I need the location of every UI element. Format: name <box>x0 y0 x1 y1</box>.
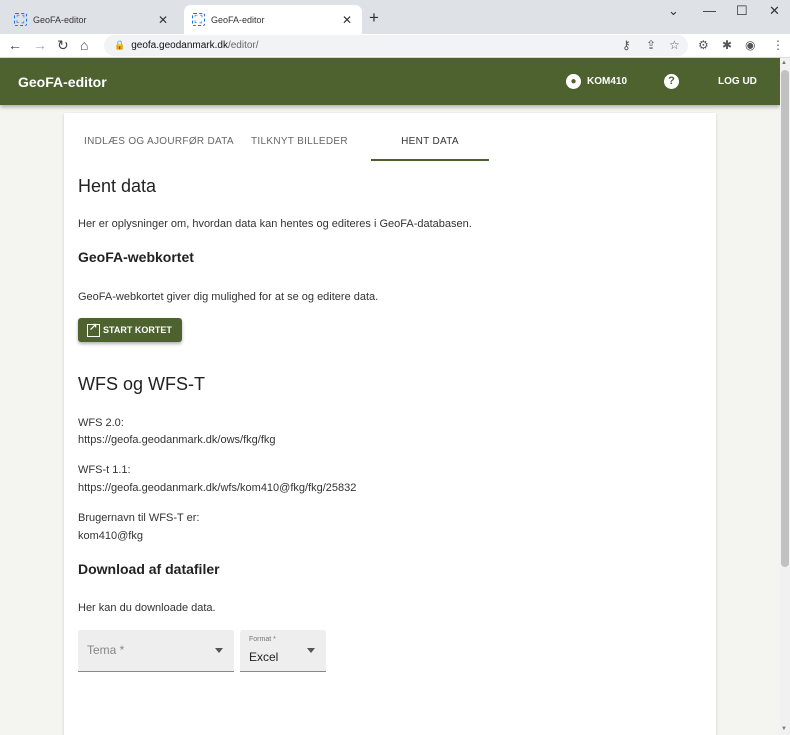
wfst-url: https://geofa.geodanmark.dk/wfs/kom410@f… <box>78 482 357 494</box>
wfs-label: WFS 2.0: <box>78 417 124 429</box>
webkort-heading: GeoFA-webkortet <box>78 249 194 265</box>
content-card: INDLÆS OG AJOURFØR DATA TILKNYT BILLEDER… <box>64 113 716 735</box>
wfst-label: WFS-t 1.1: <box>78 464 131 476</box>
page-scrollbar[interactable]: ▲ ▼ <box>780 58 790 735</box>
browser-toolbar: ← → ↻ ⌂ 🔒 geofa.geodanmark.dk/editor/ ⚷ … <box>0 34 790 58</box>
browser-tab-1[interactable]: ⛶ GeoFA-editor ✕ <box>6 5 178 34</box>
scrollbar-thumb[interactable] <box>781 70 789 567</box>
help-icon[interactable]: ? <box>664 74 679 89</box>
chevron-down-icon <box>307 648 315 653</box>
tab-hent-data[interactable]: HENT DATA <box>371 131 489 161</box>
puzzle-icon[interactable]: ✱ <box>722 38 732 52</box>
user-button[interactable]: ● KOM410 <box>566 74 627 89</box>
reload-icon[interactable]: ↻ <box>57 37 69 54</box>
wfst-user-label: Brugernavn til WFS-T er: <box>78 512 200 524</box>
intro-text: Her er oplysninger om, hvordan data kan … <box>78 218 472 230</box>
webkort-text: GeoFA-webkortet giver dig mulighed for a… <box>78 291 379 303</box>
profile-avatar-icon[interactable]: ◉ <box>745 38 755 52</box>
tema-placeholder: Tema * <box>87 643 125 657</box>
close-window-button[interactable]: ✕ <box>769 3 780 19</box>
wfs-heading: WFS og WFS-T <box>78 374 205 394</box>
bookmark-star-icon[interactable]: ☆ <box>669 38 680 52</box>
app-header: GeoFA-editor ● KOM410 ? LOG UD <box>0 58 780 105</box>
url-path: /editor/ <box>227 40 259 51</box>
wfst-user-value: kom410@fkg <box>78 530 143 542</box>
format-select[interactable]: Format * Excel <box>240 630 326 672</box>
site-favicon-icon: ⛶ <box>192 13 205 26</box>
new-tab-button[interactable]: + <box>369 8 379 28</box>
open-in-new-icon <box>87 322 100 337</box>
tab-indlaes[interactable]: INDLÆS OG AJOURFØR DATA <box>84 131 234 152</box>
site-favicon-icon: ⛶ <box>14 13 27 26</box>
logout-button[interactable]: LOG UD <box>718 76 757 87</box>
scroll-up-icon[interactable]: ▲ <box>781 60 787 66</box>
browser-tab-title: GeoFA-editor <box>33 14 87 25</box>
download-heading: Download af datafiler <box>78 561 220 577</box>
maximize-button[interactable]: ☐ <box>736 3 748 19</box>
back-icon[interactable]: ← <box>8 37 22 53</box>
close-tab-icon[interactable]: ✕ <box>340 13 354 27</box>
format-label: Format * <box>249 636 276 643</box>
browser-tab-title: GeoFA-editor <box>211 14 265 25</box>
key-icon[interactable]: ⚷ <box>622 38 631 52</box>
start-kortet-label: START KORTET <box>103 325 172 335</box>
account-icon: ● <box>566 74 581 89</box>
chevron-down-icon <box>215 648 223 653</box>
scroll-down-icon[interactable]: ▼ <box>781 726 787 732</box>
close-tab-icon[interactable]: ✕ <box>156 13 170 27</box>
address-bar[interactable]: 🔒 geofa.geodanmark.dk/editor/ <box>104 35 688 56</box>
tema-select[interactable]: Tema * <box>78 630 234 672</box>
home-icon[interactable]: ⌂ <box>80 37 88 53</box>
lock-icon: 🔒 <box>114 40 126 50</box>
url-host: geofa.geodanmark.dk <box>131 40 228 51</box>
browser-tabstrip: ⛶ GeoFA-editor ✕ ⛶ GeoFA-editor ✕ + ⌄ — … <box>0 0 790 34</box>
browser-tab-2[interactable]: ⛶ GeoFA-editor ✕ <box>184 5 362 34</box>
format-value: Excel <box>249 650 279 664</box>
wfs-url: https://geofa.geodanmark.dk/ows/fkg/fkg <box>78 434 276 446</box>
share-icon[interactable]: ⇪ <box>646 38 656 52</box>
tab-search-icon[interactable]: ⌄ <box>668 3 679 19</box>
app-brand[interactable]: GeoFA-editor <box>18 74 107 90</box>
tab-tilknyt-billeder[interactable]: TILKNYT BILLEDER <box>251 131 361 152</box>
menu-kebab-icon[interactable]: ⋮ <box>772 38 784 52</box>
forward-icon[interactable]: → <box>33 37 47 53</box>
user-name: KOM410 <box>587 76 628 87</box>
start-kortet-button[interactable]: START KORTET <box>78 318 182 342</box>
minimize-button[interactable]: — <box>703 3 716 18</box>
extension-icon[interactable]: ⚙ <box>698 38 709 52</box>
download-text: Her kan du downloade data. <box>78 602 216 614</box>
page-title: Hent data <box>78 176 157 196</box>
